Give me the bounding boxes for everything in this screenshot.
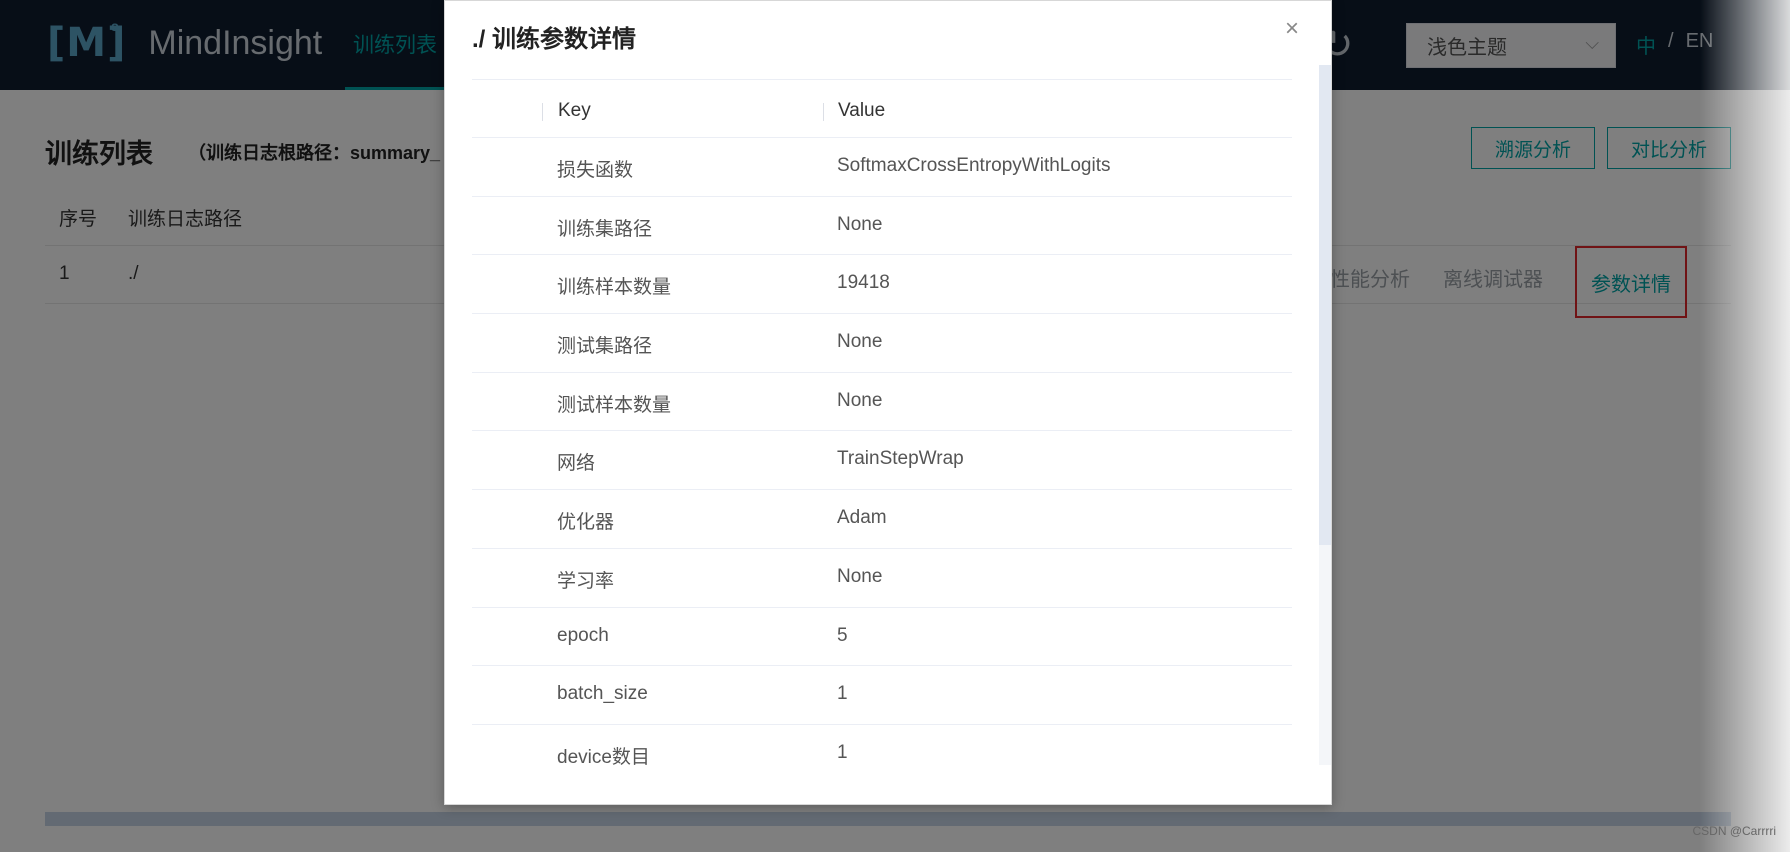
param-key: 网络	[557, 453, 596, 475]
table-row: 训练样本数量 19418	[472, 255, 1292, 315]
param-table: Key Value 损失函数 SoftmaxCrossEntropyWithLog…	[472, 79, 1292, 784]
dialog-title: ./ 训练参数详情	[472, 26, 637, 53]
table-row: 优化器 Adam	[472, 490, 1292, 549]
column-divider	[542, 103, 543, 121]
param-key: epoch	[557, 624, 609, 646]
table-row: 测试集路径 None	[472, 314, 1292, 373]
param-key: 损失函数	[557, 160, 634, 181]
close-icon[interactable]: ×	[1280, 17, 1304, 41]
param-details-dialog: ./ 训练参数详情 × Key Value 损失函数 SoftmaxCrossEn…	[444, 0, 1332, 805]
table-row: 训练集路径 None	[472, 197, 1292, 256]
dialog-scrollbar-thumb[interactable]	[1319, 65, 1331, 545]
param-key: 训练样本数量	[557, 277, 672, 299]
param-value: 1	[837, 683, 848, 705]
edge-shade	[1700, 0, 1790, 852]
param-value: TrainStepWrap	[837, 448, 964, 470]
table-row: epoch 5	[472, 608, 1292, 667]
param-value: None	[837, 389, 883, 411]
watermark: CSDN @Carrrri	[1692, 824, 1776, 838]
param-key: 测试集路径	[557, 336, 653, 358]
param-value: 5	[837, 624, 848, 646]
param-key: device数目	[557, 746, 650, 768]
table-row: 网络 TrainStepWrap	[472, 431, 1292, 491]
param-key: 测试样本数量	[557, 394, 672, 416]
column-header-value: Value	[838, 100, 886, 121]
table-row: batch_size 1	[472, 666, 1292, 725]
param-key: 学习率	[557, 570, 615, 592]
table-row: device数目 1	[472, 725, 1292, 784]
param-value: None	[837, 213, 883, 235]
param-value: SoftmaxCrossEntropyWithLogits	[837, 155, 1111, 176]
param-value: Adam	[837, 507, 887, 529]
table-row: 学习率 None	[472, 549, 1292, 608]
column-divider	[823, 103, 824, 121]
param-value: None	[837, 331, 883, 353]
param-key: batch_size	[557, 683, 648, 705]
table-row: 损失函数 SoftmaxCrossEntropyWithLogits	[472, 138, 1292, 197]
param-key: 优化器	[557, 512, 615, 534]
param-table-header: Key Value	[472, 79, 1292, 138]
param-value: 19418	[837, 272, 890, 294]
param-value: 1	[837, 741, 848, 763]
table-row: 测试样本数量 None	[472, 373, 1292, 432]
param-key: 训练集路径	[557, 218, 653, 240]
param-value: None	[837, 565, 883, 587]
column-header-key: Key	[558, 100, 591, 121]
